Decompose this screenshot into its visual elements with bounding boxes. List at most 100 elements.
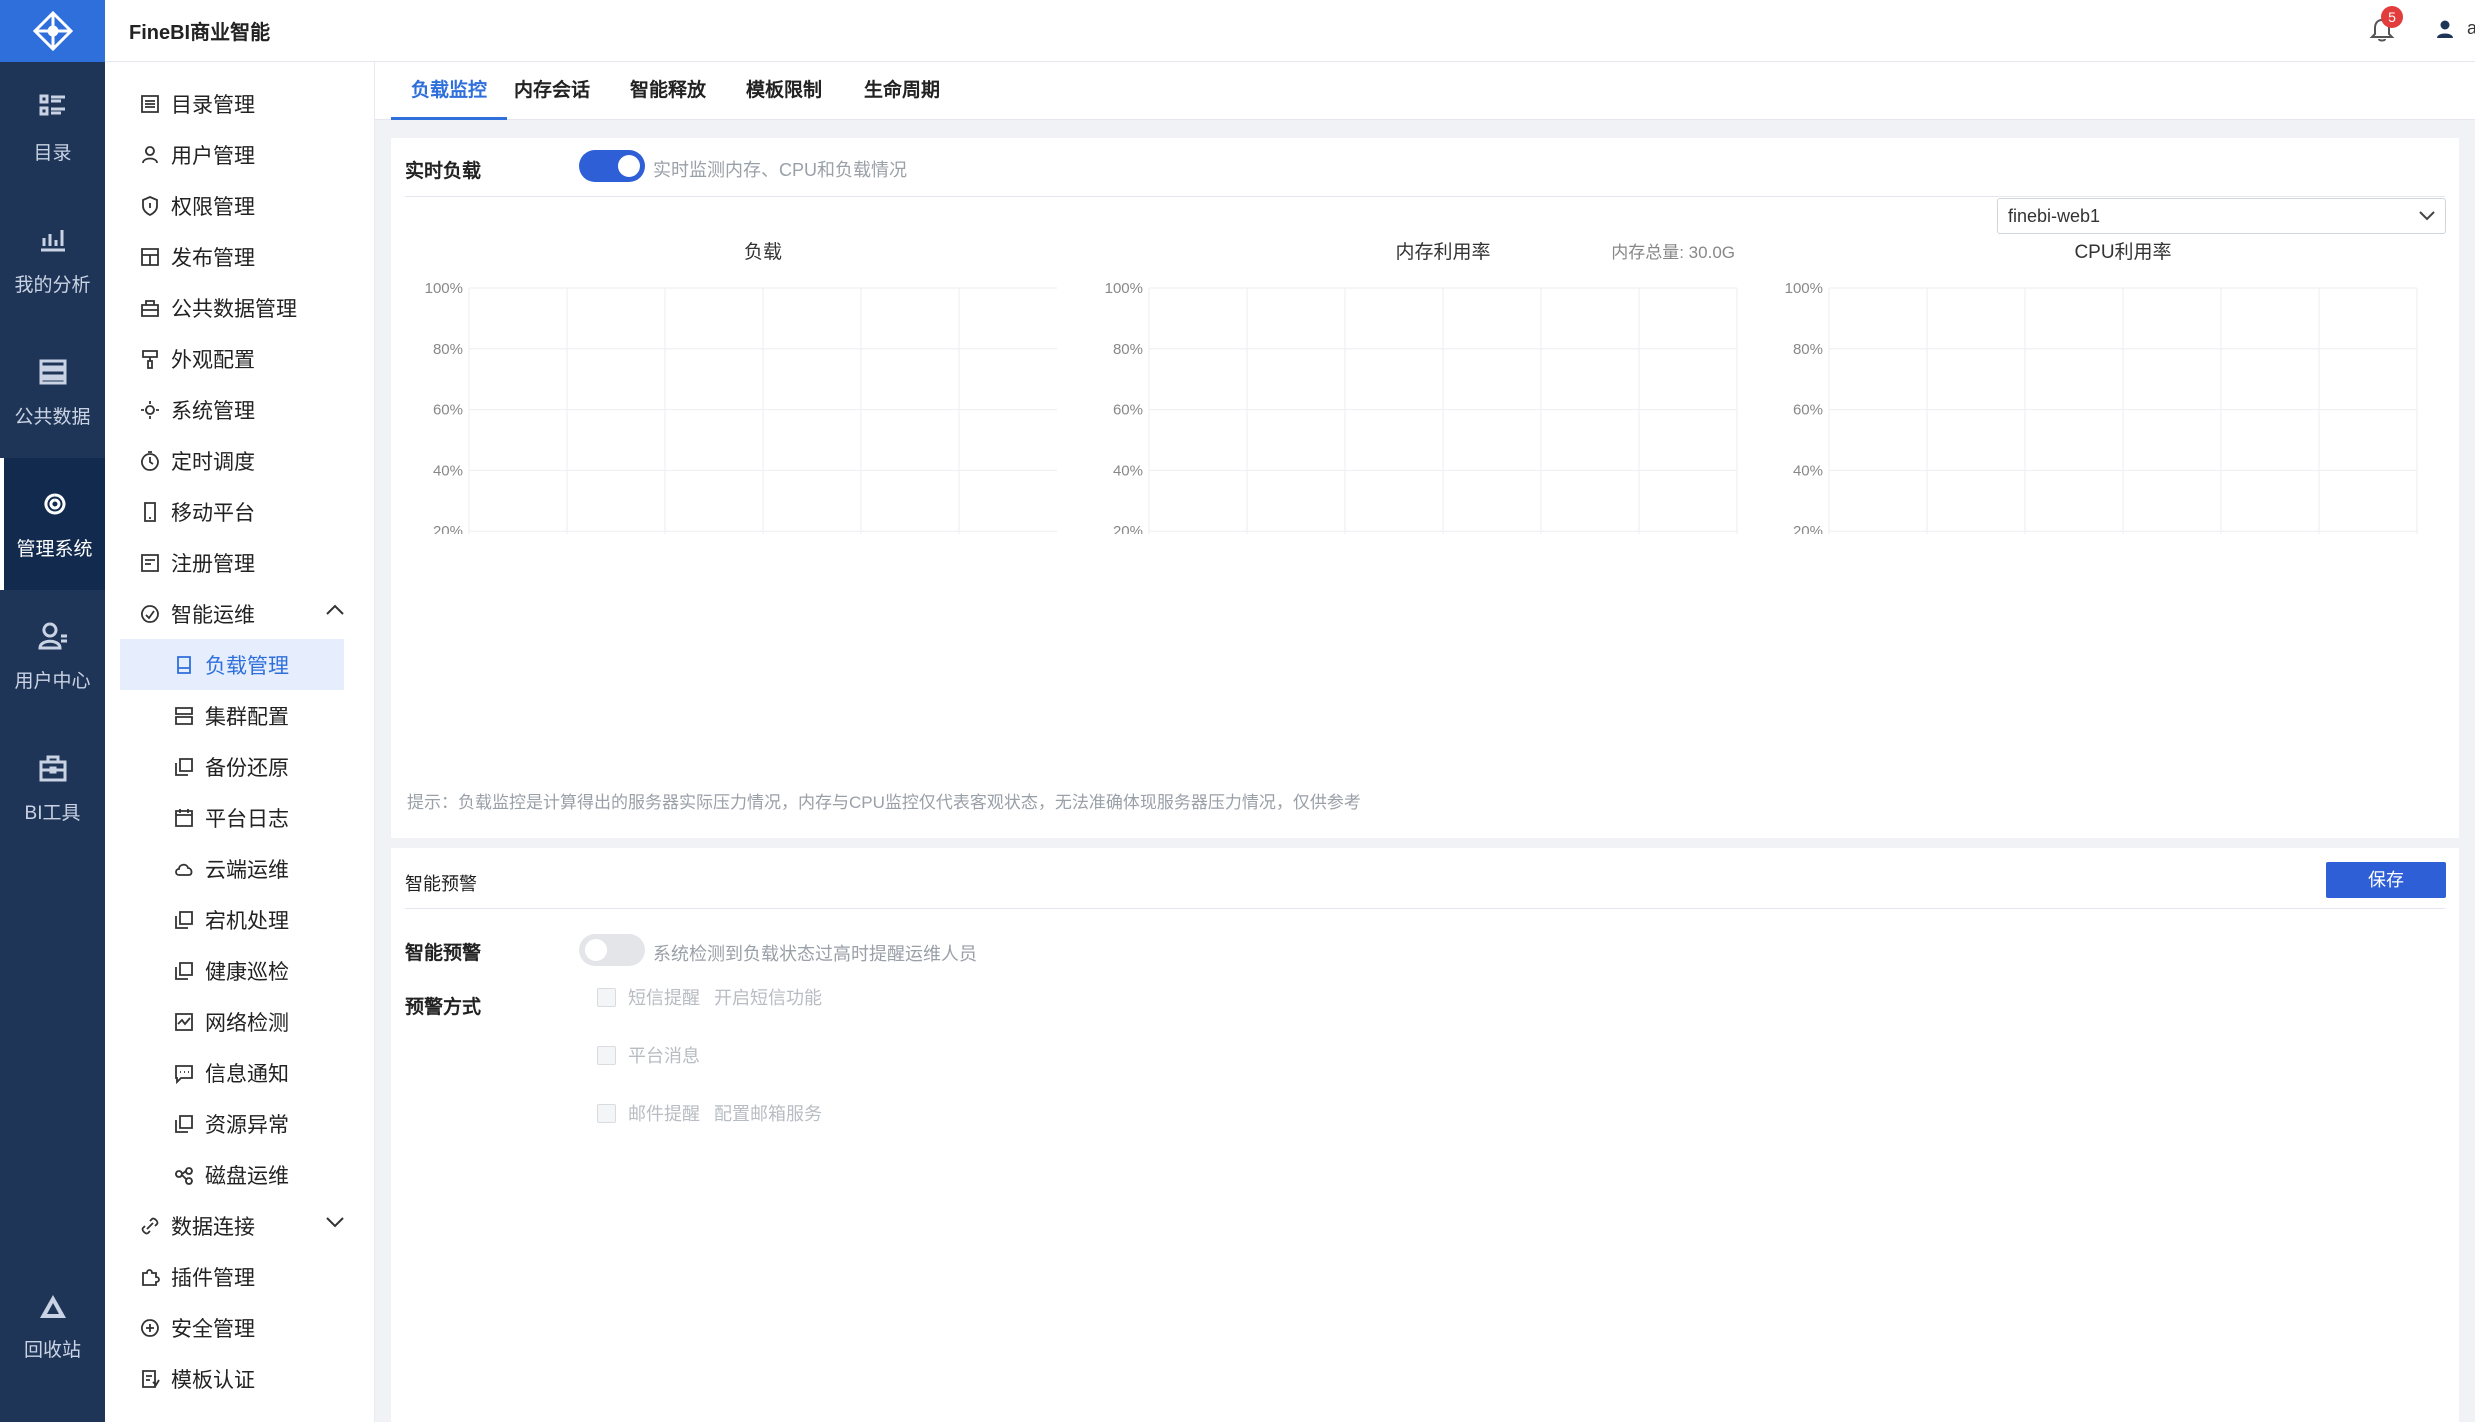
smart-alert-panel: 智能预警 保存 智能预警 系统检测到负载状态过高时提醒运维人员 预警方式 短信提… — [391, 848, 2459, 1422]
alert-label: 智能预警 — [405, 943, 482, 964]
menu-item-20[interactable]: 资源异常 — [105, 1098, 374, 1149]
certificate-icon — [142, 1369, 160, 1388]
y-tick-label: 100% — [1785, 280, 1823, 297]
menu-item-13[interactable]: 备份还原 — [105, 741, 374, 792]
publish-icon — [141, 247, 159, 266]
rail-item-label: 管理系统 — [16, 538, 93, 560]
rail-item-1[interactable]: 我的分析 — [0, 194, 105, 326]
menu-item-label: 数据连接 — [171, 1215, 255, 1239]
tab-3[interactable]: 模板限制 — [735, 62, 833, 120]
rail-item-recycle[interactable]: 回收站 — [0, 1272, 105, 1382]
menu-item-23[interactable]: 插件管理 — [105, 1251, 374, 1302]
menu-item-7[interactable]: 定时调度 — [105, 435, 374, 486]
menu-item-label: 智能运维 — [171, 603, 255, 627]
menu-item-2[interactable]: 权限管理 — [105, 180, 374, 231]
checkbox[interactable] — [597, 987, 616, 1007]
save-button[interactable]: 保存 — [2326, 862, 2446, 898]
menu-item-15[interactable]: 云端运维 — [105, 843, 374, 894]
menu-item-label: 平台日志 — [205, 807, 289, 831]
menu-item-18[interactable]: 网络检测 — [105, 996, 374, 1047]
alert-desc: 系统检测到负载状态过高时提醒运维人员 — [653, 944, 977, 964]
menu-item-6[interactable]: 系统管理 — [105, 384, 374, 435]
list-icon — [141, 94, 159, 113]
menu-item-0[interactable]: 目录管理 — [105, 78, 374, 129]
alert-method-2[interactable]: 邮件提醒 配置邮箱服务 — [597, 1100, 822, 1126]
user-menu[interactable]: admin — [2435, 18, 2475, 39]
finebi-logo-icon — [32, 10, 73, 52]
alert-method-label: 预警方式 — [405, 997, 482, 1018]
rail-item-label: 我的分析 — [14, 274, 91, 296]
settings-icon — [43, 493, 65, 514]
toolbox-icon — [39, 755, 66, 781]
y-tick-label: 80% — [1793, 341, 1823, 358]
method-link[interactable]: 配置邮箱服务 — [714, 1100, 822, 1126]
menu-item-21[interactable]: 磁盘运维 — [105, 1149, 374, 1200]
tab-2[interactable]: 智能释放 — [619, 62, 717, 120]
chevron-down-icon — [2419, 211, 2435, 221]
menu-item-4[interactable]: 公共数据管理 — [105, 282, 374, 333]
y-tick-label: 40% — [1793, 462, 1823, 479]
y-tick-label: 80% — [1113, 341, 1143, 358]
tab-0[interactable]: 负载监控 — [391, 62, 507, 120]
menu-item-22[interactable]: 数据连接 — [105, 1200, 374, 1251]
rail-item-2[interactable]: 公共数据 — [0, 326, 105, 458]
menu-item-16[interactable]: 宕机处理 — [105, 894, 374, 945]
menu-item-label: 权限管理 — [171, 195, 255, 219]
menu-item-label: 宕机处理 — [205, 909, 289, 933]
menu-item-label: 安全管理 — [171, 1317, 255, 1341]
resource-icon — [175, 1114, 193, 1133]
crash-icon — [175, 910, 193, 929]
rail-item-3[interactable]: 管理系统 — [0, 458, 105, 590]
menu-item-10[interactable]: 智能运维 — [105, 588, 374, 639]
app-logo[interactable] — [0, 0, 105, 62]
checkbox[interactable] — [597, 1103, 616, 1123]
plugin-icon — [142, 1268, 160, 1286]
menu-item-19[interactable]: 信息通知 — [105, 1047, 374, 1098]
menu-item-11[interactable]: 负载管理 — [120, 639, 344, 690]
tab-1[interactable]: 内存会话 — [503, 62, 601, 120]
tab-4[interactable]: 生命周期 — [853, 62, 951, 120]
menu-item-3[interactable]: 发布管理 — [105, 231, 374, 282]
health-icon — [175, 961, 193, 980]
disk-icon — [175, 1166, 193, 1185]
menu-item-9[interactable]: 注册管理 — [105, 537, 374, 588]
realtime-toggle[interactable] — [579, 150, 645, 182]
menu-item-label: 健康巡检 — [205, 960, 289, 984]
rail-item-label: 公共数据 — [14, 406, 91, 428]
menu-item-5[interactable]: 外观配置 — [105, 333, 374, 384]
menu-item-25[interactable]: 模板认证 — [105, 1353, 374, 1404]
method-label: 邮件提醒 — [628, 1104, 700, 1124]
alert-method-0[interactable]: 短信提醒 开启短信功能 — [597, 984, 822, 1010]
alert-method-1[interactable]: 平台消息 — [597, 1042, 700, 1068]
cluster-icon — [175, 706, 193, 725]
menu-item-1[interactable]: 用户管理 — [105, 129, 374, 180]
main-content: 负载监控 内存会话 智能释放 模板限制 生命周期 实时负载 实时监测内存、CPU和负载情… — [375, 62, 2475, 1422]
menu-item-17[interactable]: 健康巡检 — [105, 945, 374, 996]
chart-title: 内存利用率 — [1395, 241, 1490, 263]
y-tick-label: 40% — [1113, 462, 1143, 479]
message-icon — [175, 1064, 193, 1084]
rail-item-label: 用户中心 — [14, 670, 91, 692]
server-select[interactable]: finebi-web1 — [1997, 198, 2446, 234]
menu-item-14[interactable]: 平台日志 — [105, 792, 374, 843]
user-icon — [142, 145, 158, 163]
menu-item-label: 注册管理 — [171, 552, 255, 576]
realtime-label: 实时负载 — [405, 161, 482, 182]
y-tick-label: 20% — [433, 523, 463, 534]
app-root: 目录 我的分析 公共数据 管理系统 用户中心 BI工具 回收站 FineBI商业智能 5 … — [0, 0, 2475, 1422]
y-tick-label: 20% — [1113, 523, 1143, 534]
y-tick-label: 60% — [433, 402, 463, 419]
y-tick-label: 80% — [433, 341, 463, 358]
menu-item-label: 资源异常 — [205, 1113, 289, 1137]
method-link[interactable]: 开启短信功能 — [714, 984, 822, 1010]
checkbox[interactable] — [597, 1045, 616, 1065]
rail-item-4[interactable]: 用户中心 — [0, 590, 105, 722]
menu-item-24[interactable]: 安全管理 — [105, 1302, 374, 1353]
rail-item-5[interactable]: BI工具 — [0, 722, 105, 854]
menu-item-label: 集群配置 — [205, 705, 289, 729]
rail-item-0[interactable]: 目录 — [0, 62, 105, 194]
alert-toggle[interactable] — [579, 934, 645, 966]
menu-item-8[interactable]: 移动平台 — [105, 486, 374, 537]
security-icon — [141, 1318, 159, 1337]
menu-item-12[interactable]: 集群配置 — [105, 690, 374, 741]
